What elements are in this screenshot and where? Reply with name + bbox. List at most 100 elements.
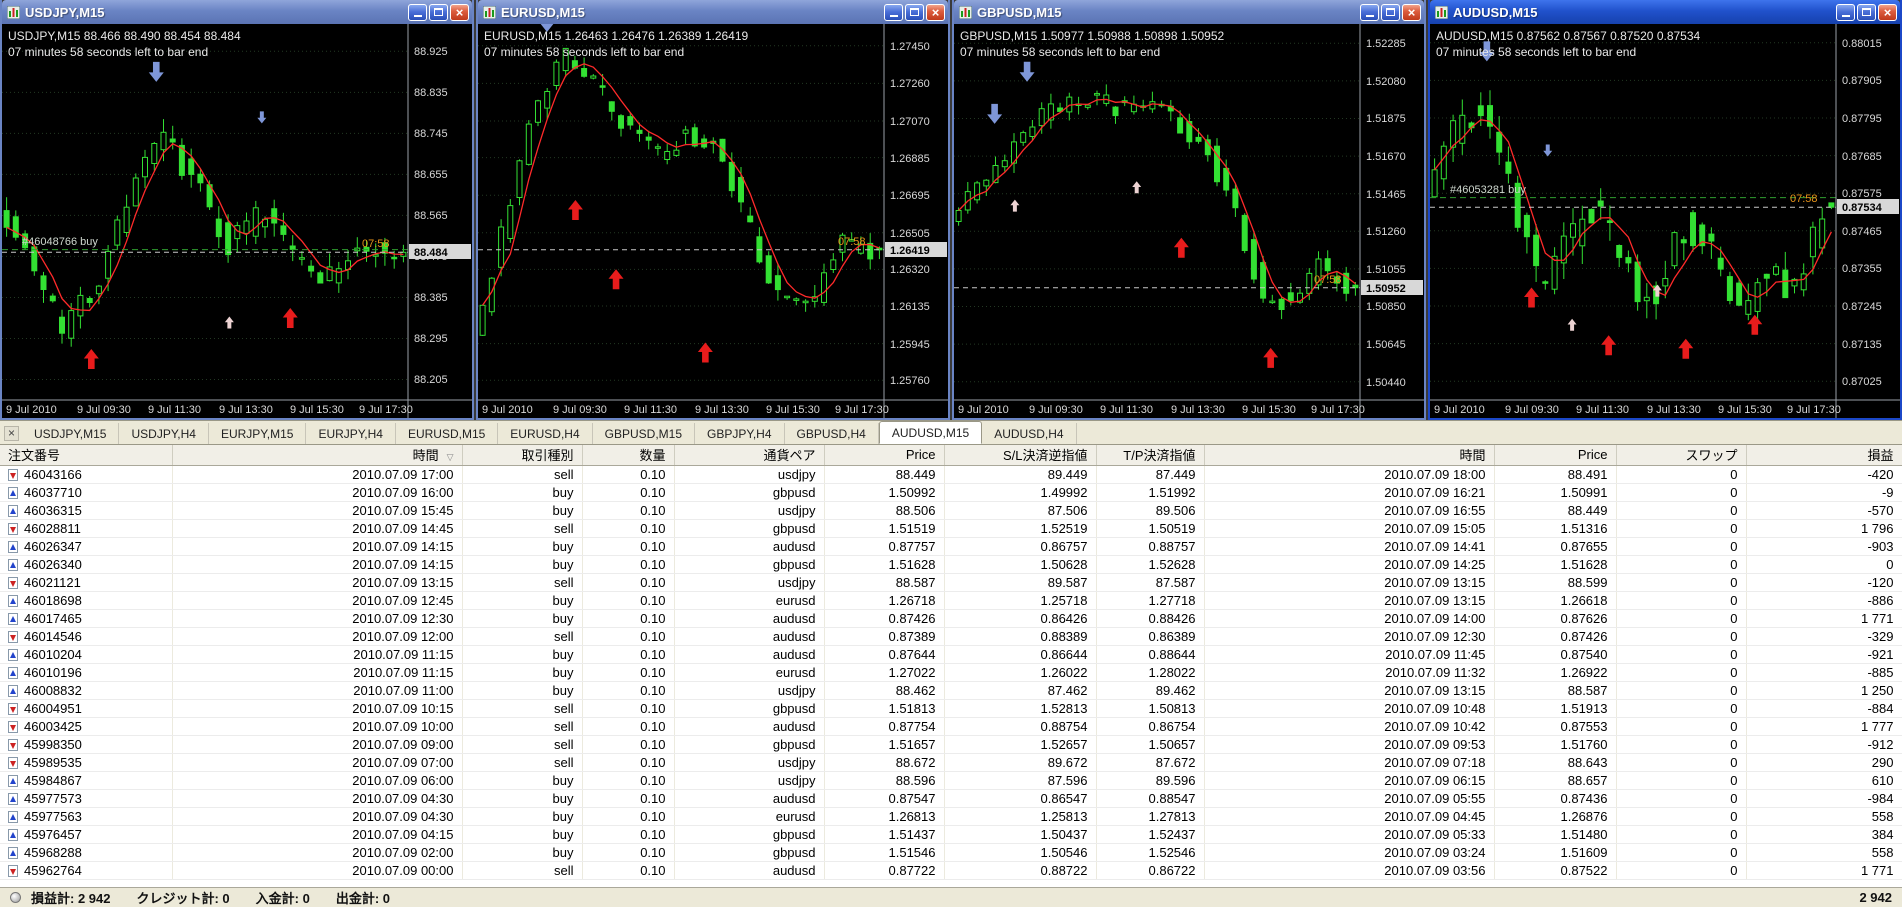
order-number-cell: 46003425 xyxy=(0,717,173,736)
cell-5: 88.596 xyxy=(824,771,945,790)
cell-4: usdjpy xyxy=(674,501,825,520)
tab-gbpusd-h4[interactable]: GBPUSD,H4 xyxy=(785,423,879,444)
column-header-3[interactable]: 数量 xyxy=(582,445,675,466)
window-titlebar[interactable]: AUDUSD,M15 × xyxy=(1430,0,1900,24)
chart-area[interactable]: #46048766 buy 07:58 9 Jul 2010 9 Jul 09:30 9… xyxy=(2,24,472,418)
chart-window-audusd: AUDUSD,M15 × #46053281 buy 07:58 9 Jul 201… xyxy=(1428,0,1902,420)
column-header-6[interactable]: S/L決済逆指値 xyxy=(944,445,1097,466)
minimize-button[interactable] xyxy=(1360,3,1379,21)
status-summary-item: 損益計: 2 942 xyxy=(31,891,111,906)
tab-eurjpy-h4[interactable]: EURJPY,H4 xyxy=(306,423,396,444)
tab-audusd-m15[interactable]: AUDUSD,M15 xyxy=(878,421,983,444)
tab-eurusd-h4[interactable]: EURUSD,H4 xyxy=(498,423,593,444)
restore-button[interactable] xyxy=(1381,3,1400,21)
history-row[interactable]: 46021121 2010.07.09 13:15 sell 0.10 usdjpy 88… xyxy=(0,573,1902,592)
chart-area[interactable]: 07:58 9 Jul 2010 9 Jul 09:30 9 Jul 11:30 9 J… xyxy=(478,24,948,418)
history-row[interactable]: 45984867 2010.07.09 06:00 buy 0.10 usdjpy 88.… xyxy=(0,771,1902,790)
column-header-2[interactable]: 取引種別 xyxy=(462,445,583,466)
history-row[interactable]: 46010196 2010.07.09 11:15 buy 0.10 eurusd 1.2… xyxy=(0,663,1902,682)
column-header-1[interactable]: 時間 ▽ xyxy=(172,445,463,466)
column-header-10[interactable]: スワップ xyxy=(1616,445,1747,466)
close-button[interactable]: × xyxy=(926,3,945,21)
history-row[interactable]: 45962764 2010.07.09 00:00 sell 0.10 audusd 0.… xyxy=(0,861,1902,880)
history-row[interactable]: 46026347 2010.07.09 14:15 buy 0.10 audusd 0.8… xyxy=(0,537,1902,556)
minimize-button[interactable] xyxy=(884,3,903,21)
window-title: EURUSD,M15 xyxy=(501,4,585,20)
minimize-button[interactable] xyxy=(1836,3,1855,21)
column-header-0[interactable]: 注文番号 xyxy=(0,445,173,466)
cell-4: audusd xyxy=(674,861,825,880)
order-type-icon xyxy=(8,648,18,661)
svg-text:0.87534: 0.87534 xyxy=(1842,202,1883,214)
column-header-4[interactable]: 通貨ペア xyxy=(674,445,825,466)
cell-10: 0 xyxy=(1616,861,1747,880)
history-row[interactable]: 45989535 2010.07.09 07:00 sell 0.10 usdjpy 88… xyxy=(0,753,1902,772)
cell-5: 88.587 xyxy=(824,573,945,592)
tabbar-close-button[interactable]: × xyxy=(4,426,19,441)
column-header-11[interactable]: 損益 xyxy=(1746,445,1902,466)
cell-1: 2010.07.09 14:15 xyxy=(172,555,463,574)
restore-button[interactable] xyxy=(1857,3,1876,21)
close-button[interactable]: × xyxy=(1878,3,1897,21)
column-header-9[interactable]: Price xyxy=(1494,445,1617,466)
tab-usdjpy-m15[interactable]: USDJPY,M15 xyxy=(22,423,120,444)
order-type-icon xyxy=(8,810,18,823)
history-row[interactable]: 46043166 2010.07.09 17:00 sell 0.10 usdjpy 88… xyxy=(0,465,1902,484)
cell-3: 0.10 xyxy=(582,591,675,610)
column-header-7[interactable]: T/P決済指値 xyxy=(1096,445,1205,466)
window-titlebar[interactable]: USDJPY,M15 × xyxy=(2,0,472,24)
tab-gbpjpy-h4[interactable]: GBPJPY,H4 xyxy=(695,423,785,444)
order-type-icon xyxy=(8,576,18,589)
cell-7: 1.52437 xyxy=(1096,825,1205,844)
column-header-5[interactable]: Price xyxy=(824,445,945,466)
cell-2: sell xyxy=(462,519,583,538)
history-row[interactable]: 46004951 2010.07.09 10:15 sell 0.10 gbpusd 1.… xyxy=(0,699,1902,718)
cell-5: 0.87644 xyxy=(824,645,945,664)
chart-plot[interactable]: #46053281 buy 07:58 9 Jul 2010 9 Jul 09:30 9… xyxy=(1430,24,1900,418)
cell-10: 0 xyxy=(1616,843,1747,862)
tab-eurusd-m15[interactable]: EURUSD,M15 xyxy=(396,423,499,444)
history-row[interactable]: 45998350 2010.07.09 09:00 sell 0.10 gbpusd 1.… xyxy=(0,735,1902,754)
close-button[interactable]: × xyxy=(1402,3,1421,21)
window-titlebar[interactable]: GBPUSD,M15 × xyxy=(954,0,1424,24)
restore-button[interactable] xyxy=(429,3,448,21)
cell-6: 1.52657 xyxy=(944,735,1097,754)
history-row[interactable]: 46008832 2010.07.09 11:00 buy 0.10 usdjpy 88.… xyxy=(0,681,1902,700)
history-row[interactable]: 46028811 2010.07.09 14:45 sell 0.10 gbpusd 1.… xyxy=(0,519,1902,538)
chart-plot[interactable]: 07:58 9 Jul 2010 9 Jul 09:30 9 Jul 11:30 9 J… xyxy=(954,24,1424,418)
tab-gbpusd-m15[interactable]: GBPUSD,M15 xyxy=(593,423,696,444)
chart-area[interactable]: #46053281 buy 07:58 9 Jul 2010 9 Jul 09:30 9… xyxy=(1430,24,1900,418)
history-row[interactable]: 46010204 2010.07.09 11:15 buy 0.10 audusd 0.8… xyxy=(0,645,1902,664)
tab-audusd-h4[interactable]: AUDUSD,H4 xyxy=(982,423,1077,444)
restore-button[interactable] xyxy=(905,3,924,21)
history-row[interactable]: 45968288 2010.07.09 02:00 buy 0.10 gbpusd 1.5… xyxy=(0,843,1902,862)
history-row[interactable]: 46017465 2010.07.09 12:30 buy 0.10 audusd 0.8… xyxy=(0,609,1902,628)
cell-2: buy xyxy=(462,789,583,808)
tab-usdjpy-h4[interactable]: USDJPY,H4 xyxy=(119,423,209,444)
history-row[interactable]: 46026340 2010.07.09 14:15 buy 0.10 gbpusd 1.5… xyxy=(0,555,1902,574)
chart-plot[interactable]: 07:58 9 Jul 2010 9 Jul 09:30 9 Jul 11:30 9 J… xyxy=(478,24,948,418)
history-row[interactable]: 46018698 2010.07.09 12:45 buy 0.10 eurusd 1.2… xyxy=(0,591,1902,610)
cell-5: 0.87722 xyxy=(824,861,945,880)
history-row[interactable]: 46037710 2010.07.09 16:00 buy 0.10 gbpusd 1.5… xyxy=(0,483,1902,502)
svg-text:9 Jul 11:30: 9 Jul 11:30 xyxy=(1576,404,1629,416)
cell-1: 2010.07.09 14:15 xyxy=(172,537,463,556)
column-header-8[interactable]: 時間 xyxy=(1204,445,1495,466)
cell-8: 2010.07.09 12:30 xyxy=(1204,627,1495,646)
chart-area[interactable]: 07:58 9 Jul 2010 9 Jul 09:30 9 Jul 11:30 9 J… xyxy=(954,24,1424,418)
history-row[interactable]: 46014546 2010.07.09 12:00 sell 0.10 audusd 0.… xyxy=(0,627,1902,646)
history-row[interactable]: 45976457 2010.07.09 04:15 buy 0.10 gbpusd 1.5… xyxy=(0,825,1902,844)
history-row[interactable]: 46036315 2010.07.09 15:45 buy 0.10 usdjpy 88.… xyxy=(0,501,1902,520)
cell-5: 0.87754 xyxy=(824,717,945,736)
history-row[interactable]: 46003425 2010.07.09 10:00 sell 0.10 audusd 0.… xyxy=(0,717,1902,736)
order-number-cell: 46043166 xyxy=(0,465,173,484)
cell-11: 1 771 xyxy=(1746,861,1902,880)
close-button[interactable]: × xyxy=(450,3,469,21)
window-titlebar[interactable]: EURUSD,M15 × xyxy=(478,0,948,24)
history-row[interactable]: 45977573 2010.07.09 04:30 buy 0.10 audusd 0.8… xyxy=(0,789,1902,808)
tab-eurjpy-m15[interactable]: EURJPY,M15 xyxy=(209,423,307,444)
chart-plot[interactable]: #46048766 buy 07:58 9 Jul 2010 9 Jul 09:30 9… xyxy=(2,24,472,418)
minimize-button[interactable] xyxy=(408,3,427,21)
cell-7: 0.86754 xyxy=(1096,717,1205,736)
history-row[interactable]: 45977563 2010.07.09 04:30 buy 0.10 eurusd 1.2… xyxy=(0,807,1902,826)
